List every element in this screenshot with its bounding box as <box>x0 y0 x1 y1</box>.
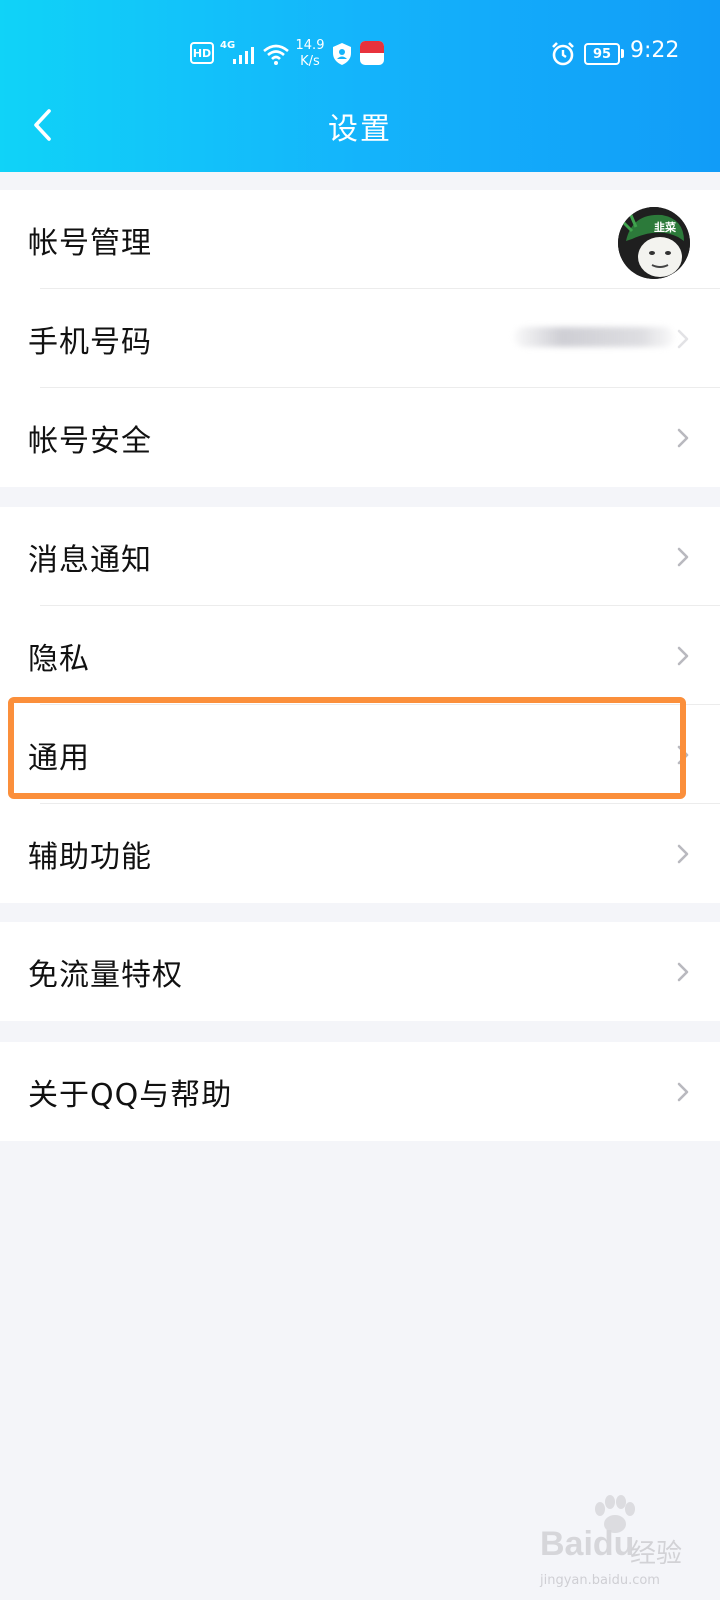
account-group: 帐号管理 韭菜 手机号码 帐号安全 <box>0 190 720 487</box>
speed-value: 14.9 <box>295 38 325 53</box>
settings-row-privacy[interactable]: 隐私 <box>0 606 720 705</box>
chevron-right-icon <box>677 646 689 665</box>
speed-unit: K/s <box>300 54 320 69</box>
app-notification-icon <box>360 41 384 65</box>
clock: 9:22 <box>630 38 680 63</box>
avatar-caption: 韭菜 <box>654 220 677 234</box>
row-label: 消息通知 <box>28 542 152 578</box>
row-label: 手机号码 <box>28 324 152 360</box>
chevron-right-icon <box>677 1082 689 1101</box>
chevron-right-icon <box>677 547 689 566</box>
settings-row-account-management[interactable]: 帐号管理 韭菜 <box>0 190 720 289</box>
row-label: 关于QQ与帮助 <box>28 1077 233 1113</box>
top-bar: HD 4G 14.9 K/s 95 9:22 设置 <box>0 0 720 172</box>
battery-indicator: 95 <box>584 43 620 65</box>
chevron-right-icon <box>677 428 689 447</box>
about-group: 关于QQ与帮助 <box>0 1042 720 1141</box>
chevron-right-icon <box>677 329 689 348</box>
settings-row-notifications[interactable]: 消息通知 <box>0 507 720 606</box>
watermark: Baidu 经验 jingyan.baidu.com <box>540 1495 710 1590</box>
row-label: 隐私 <box>28 641 90 677</box>
row-label: 帐号安全 <box>28 423 152 459</box>
network-speed: 14.9 K/s <box>294 38 326 70</box>
shield-icon <box>333 43 351 65</box>
chevron-right-icon <box>677 962 689 981</box>
settings-row-account-security[interactable]: 帐号安全 <box>0 388 720 487</box>
status-bar: HD 4G 14.9 K/s 95 9:22 <box>0 30 720 78</box>
alarm-icon <box>552 42 574 66</box>
battery-tip <box>621 49 624 58</box>
watermark-text: 经验 <box>630 1539 683 1569</box>
page-title: 设置 <box>328 112 392 147</box>
watermark-logo: Baidu <box>540 1525 635 1563</box>
data-privilege-group: 免流量特权 <box>0 922 720 1021</box>
avatar-image: 韭菜 <box>618 207 690 279</box>
settings-row-free-data[interactable]: 免流量特权 <box>0 922 720 1021</box>
highlight-box <box>8 697 686 799</box>
avatar[interactable]: 韭菜 <box>618 207 690 279</box>
row-label: 帐号管理 <box>28 225 152 261</box>
row-label: 免流量特权 <box>28 957 183 993</box>
wifi-icon <box>263 44 289 65</box>
settings-row-about-help[interactable]: 关于QQ与帮助 <box>0 1042 720 1141</box>
chevron-right-icon <box>677 844 689 863</box>
signal-icon <box>233 47 254 64</box>
settings-row-phone-number[interactable]: 手机号码 <box>0 289 720 388</box>
watermark-url: jingyan.baidu.com <box>540 1573 660 1588</box>
settings-row-accessibility[interactable]: 辅助功能 <box>0 804 720 903</box>
row-label: 辅助功能 <box>28 839 152 875</box>
blurred-phone-value <box>514 327 674 347</box>
hd-icon: HD <box>190 42 214 64</box>
